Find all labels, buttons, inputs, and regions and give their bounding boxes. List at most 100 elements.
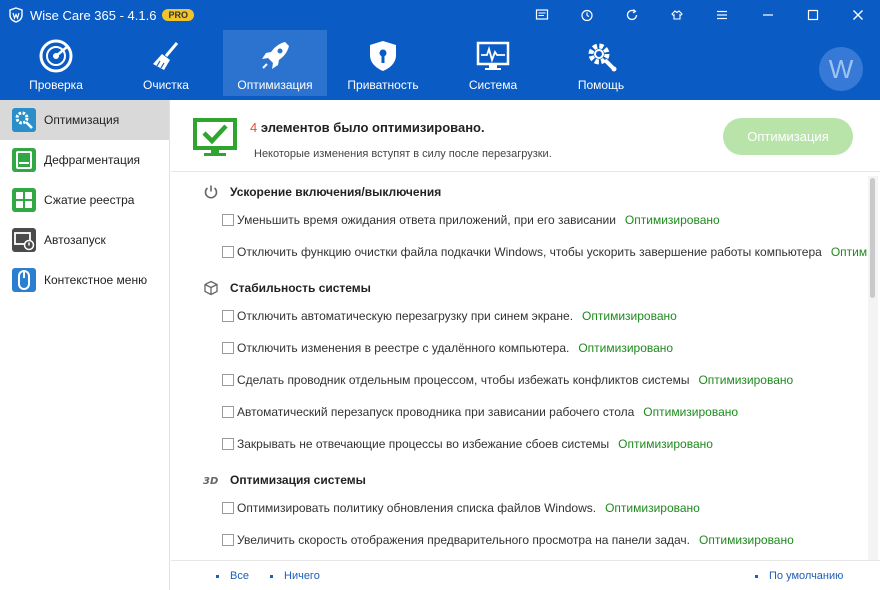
registry-icon [12, 188, 36, 212]
sidebar-item-startup[interactable]: Автозапуск [0, 220, 169, 260]
scrollbar[interactable] [868, 176, 878, 560]
list-item: Отключить автоматическую перезагрузку пр… [171, 304, 867, 328]
item-label[interactable]: Автоматический перезапуск проводника при… [237, 405, 738, 419]
optimization-list: Ускорение включения/выключения Уменьшить … [171, 176, 867, 560]
section-title: Оптимизация системы [230, 473, 366, 487]
svg-text:3D: 3D [203, 476, 218, 487]
minimize-button[interactable] [745, 0, 790, 30]
nav-label: Приватность [347, 78, 419, 92]
cube-icon [204, 280, 218, 296]
list-item: Закрывать не отвечающие процессы во избе… [171, 432, 867, 456]
nav-label: Проверка [29, 78, 83, 92]
item-checkbox[interactable] [222, 534, 234, 546]
window-title: Wise Care 365 - 4.1.6 [30, 7, 157, 23]
nav-label: Оптимизация [237, 78, 313, 92]
list-item: Оптимизировать политику обновления списк… [171, 496, 867, 520]
monitor-pulse-icon [476, 41, 510, 70]
item-label[interactable]: Увеличить скорость отображения предварит… [237, 533, 794, 547]
item-label[interactable]: Закрывать не отвечающие процессы во избе… [237, 437, 713, 451]
item-checkbox[interactable] [222, 502, 234, 514]
list-item: Сделать проводник отдельным процессом, ч… [171, 368, 867, 392]
section-title: Ускорение включения/выключения [230, 185, 442, 199]
sidebar-item-optimization[interactable]: Оптимизация [0, 100, 169, 140]
item-label[interactable]: Отключить функцию очистки файла подкачки… [237, 245, 867, 259]
item-description: Закрывать не отвечающие процессы во избе… [237, 437, 610, 451]
gear-icon [12, 108, 36, 132]
item-description: Сделать проводник отдельным процессом, ч… [237, 373, 690, 387]
list-item: Автоматический перезапуск проводника при… [171, 400, 867, 424]
item-checkbox[interactable] [222, 406, 234, 418]
monitor-check-icon [193, 118, 237, 156]
nav-clean[interactable]: Очистка [114, 30, 218, 96]
item-label[interactable]: Отключить изменения в реестре с удалённо… [237, 341, 673, 355]
refresh-button[interactable] [609, 0, 654, 30]
scrollbar-thumb[interactable] [870, 178, 875, 298]
item-checkbox[interactable] [222, 374, 234, 386]
headline-text: элементов было оптимизировано. [257, 120, 485, 135]
pro-badge: PRO [162, 9, 194, 21]
item-description: Автоматический перезапуск проводника при… [237, 405, 635, 419]
close-button[interactable] [835, 0, 880, 30]
broom-icon [153, 42, 179, 70]
item-checkbox[interactable] [222, 246, 234, 258]
default-link[interactable]: По умолчанию [755, 570, 843, 582]
skin-icon [670, 10, 683, 20]
menu-icon [716, 10, 727, 20]
item-label[interactable]: Отключить автоматическую перезагрузку пр… [237, 309, 677, 323]
item-label[interactable]: Уменьшить время ожидания ответа приложен… [237, 213, 720, 227]
startup-icon [12, 228, 36, 252]
item-checkbox[interactable] [222, 438, 234, 450]
sidebar-item-label: Оптимизация [44, 113, 120, 127]
sidebar-item-label: Дефрагментация [44, 153, 141, 167]
item-label[interactable]: Оптимизировать политику обновления списк… [237, 501, 700, 515]
nav-privacy[interactable]: Приватность [331, 30, 435, 96]
item-checkbox[interactable] [222, 214, 234, 226]
bullet-icon [270, 574, 273, 578]
item-description: Оптимизировать политику обновления списк… [237, 501, 597, 515]
select-all-link[interactable]: Все [216, 570, 249, 582]
item-checkbox[interactable] [222, 342, 234, 354]
menu-button[interactable] [699, 0, 744, 30]
timer-button[interactable] [564, 0, 609, 30]
sidebar-item-registry[interactable]: Сжатие реестра [0, 180, 169, 220]
nav-system[interactable]: Система [441, 30, 545, 96]
content-panel: 4 элементов было оптимизировано. Некотор… [171, 100, 880, 590]
status-label: Оптимизировано [698, 373, 794, 387]
message-button[interactable] [519, 0, 564, 30]
close-icon [852, 10, 863, 20]
select-none-link[interactable]: Ничего [270, 570, 320, 582]
status-label: Оптимизировано [582, 309, 677, 323]
nav-optimize[interactable]: Оптимизация [223, 30, 327, 96]
nav-label: Помощь [577, 78, 625, 92]
status-label: Оптимизировано [699, 533, 794, 547]
nav-label: Очистка [143, 78, 189, 92]
rocket-icon [262, 42, 289, 69]
status-label: Оптимизировано [605, 501, 700, 515]
sidebar-item-defrag[interactable]: Дефрагментация [0, 140, 169, 180]
optimize-button[interactable]: Оптимизация [723, 118, 853, 155]
power-icon [204, 185, 218, 199]
message-icon [535, 9, 548, 20]
list-item: Отключить функцию очистки файла подкачки… [171, 240, 867, 264]
item-description: Отключить изменения в реестре с удалённо… [237, 341, 570, 355]
avatar[interactable]: W [819, 47, 863, 91]
select-none-label: Ничего [284, 570, 320, 582]
list-item: Увеличить скорость отображения предварит… [171, 528, 867, 552]
bullet-icon [216, 574, 219, 578]
bullet-icon [755, 574, 758, 578]
main-nav: Проверка Очистка Оптимизация Приватность [0, 30, 880, 100]
item-description: Уменьшить время ожидания ответа приложен… [237, 213, 616, 227]
item-label[interactable]: Сделать проводник отдельным процессом, ч… [237, 373, 793, 387]
maximize-button[interactable] [790, 0, 835, 30]
sidebar-item-label: Автозапуск [44, 233, 106, 247]
sidebar: Оптимизация Дефрагментация Сжатие реестр… [0, 100, 170, 590]
app-logo-icon [9, 7, 23, 23]
radar-icon [39, 39, 73, 73]
skin-button[interactable] [654, 0, 699, 30]
nav-check[interactable]: Проверка [4, 30, 108, 96]
sidebar-item-context-menu[interactable]: Контекстное меню [0, 260, 169, 300]
nav-help[interactable]: Помощь [549, 30, 653, 96]
sidebar-item-label: Контекстное меню [44, 273, 148, 287]
item-checkbox[interactable] [222, 310, 234, 322]
shield-lock-icon [370, 41, 396, 71]
